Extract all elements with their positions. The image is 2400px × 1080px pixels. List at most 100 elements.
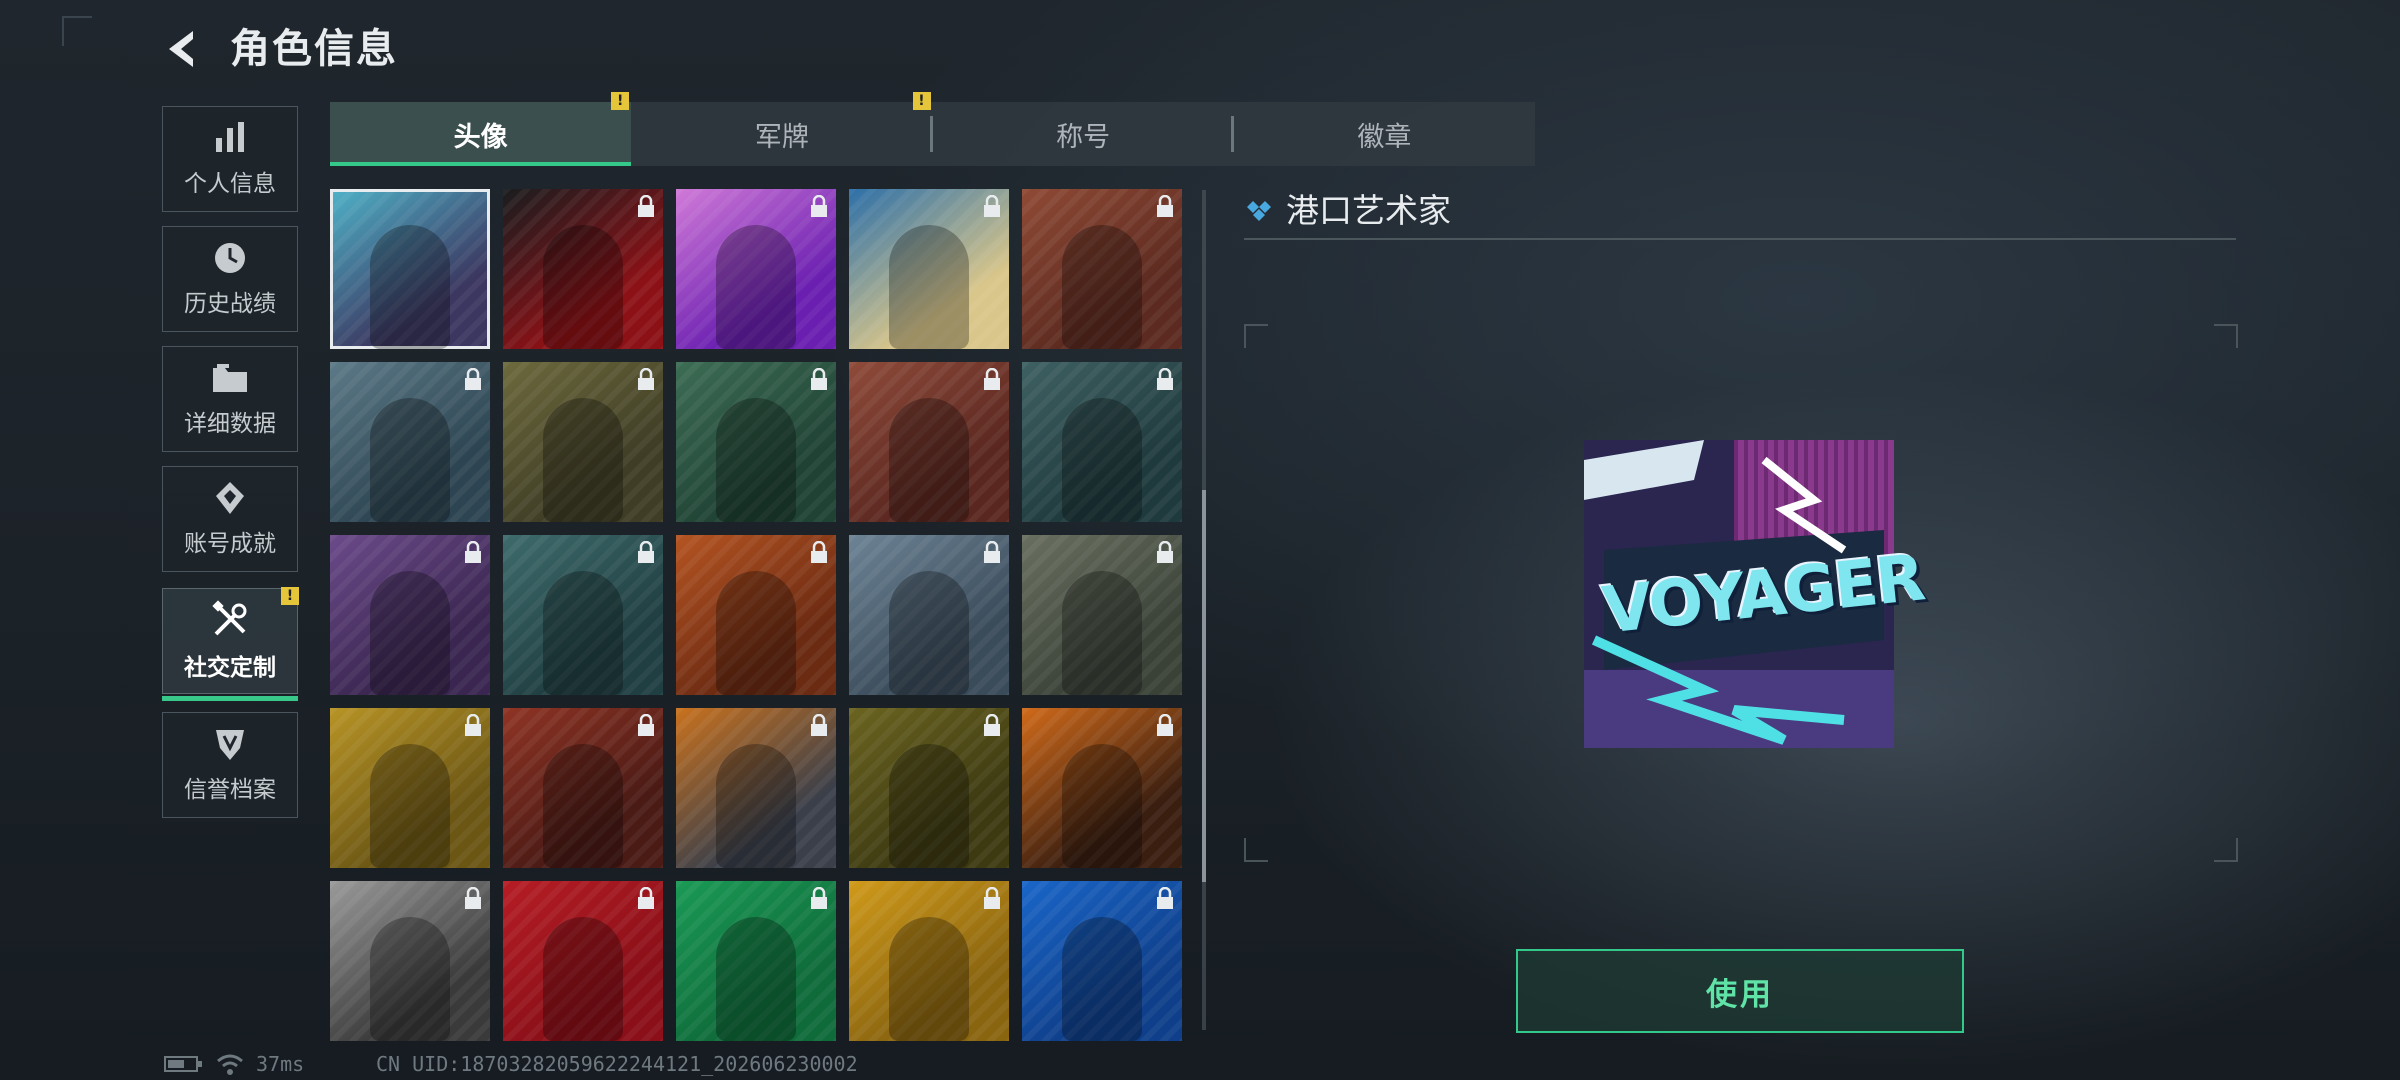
lock-icon: [462, 367, 484, 392]
avatar-figure: [543, 744, 623, 868]
avatar-man-glasses-olive[interactable]: [849, 708, 1009, 868]
lock-icon: [981, 713, 1003, 738]
back-arrow-icon: [169, 31, 193, 67]
avatar-red-shield-logo[interactable]: [503, 881, 663, 1041]
lock-icon: [1154, 194, 1176, 219]
avatar-figure: [1062, 571, 1142, 695]
sidebar-item-history[interactable]: 历史战绩: [162, 226, 298, 332]
use-button[interactable]: 使用: [1516, 949, 1964, 1033]
lock-icon: [635, 540, 657, 565]
avatar-figure: [889, 398, 969, 522]
folder-icon: [213, 364, 247, 392]
bar-chart-icon: [216, 122, 244, 152]
avatar-green-cross-logo[interactable]: [676, 881, 836, 1041]
lock-icon: [808, 886, 830, 911]
avatar-soldier-helmet-red[interactable]: [849, 362, 1009, 522]
frame-corner: [2214, 324, 2238, 348]
divider: [1244, 238, 2236, 240]
avatar-man-headset-green[interactable]: [676, 362, 836, 522]
tab-bar: 头像 ! 军牌 ! 称号 徽章: [330, 92, 1535, 166]
avatar-masked-soldier-teal[interactable]: [503, 535, 663, 695]
avatar-figure: [1062, 917, 1142, 1041]
detail-title: 港口艺术家: [1244, 188, 1451, 234]
lock-icon: [635, 194, 657, 219]
sidebar-item-social-customize[interactable]: 社交定制 !: [162, 587, 299, 701]
lock-icon: [981, 886, 1003, 911]
lock-icon: [808, 713, 830, 738]
sidebar-item-detailed-data[interactable]: 详细数据: [162, 346, 298, 452]
avatar-eri-globe-logo[interactable]: [676, 708, 836, 868]
avatar-bearded-man-cap[interactable]: [1022, 189, 1182, 349]
credit-badge-icon: [216, 730, 244, 760]
avatar-figure: [1062, 398, 1142, 522]
achievement-icon: [216, 482, 244, 514]
lock-icon: [1154, 886, 1176, 911]
avatar-grid: [330, 189, 1185, 1041]
avatar-voyager-graffiti[interactable]: [330, 189, 490, 349]
avatar-figure: [889, 571, 969, 695]
avatar-yellow-a-logo[interactable]: [849, 881, 1009, 1041]
frame-corner: [2214, 838, 2238, 862]
page-title: 角色信息: [230, 26, 398, 72]
avatar-helicopter-field[interactable]: [1022, 535, 1182, 695]
battery-icon: [164, 1056, 202, 1072]
sidebar-item-credit-record[interactable]: 信誉档案: [162, 712, 298, 818]
avatar-figure: [716, 225, 796, 349]
avatar-woman-goggles-purple[interactable]: [676, 189, 836, 349]
avatar-woman-headset-blue[interactable]: [330, 362, 490, 522]
avatar-man-suit-sunglasses[interactable]: [503, 189, 663, 349]
frame-corner: [1244, 838, 1268, 862]
lock-icon: [808, 194, 830, 219]
frame-corner: [1244, 324, 1268, 348]
avatar-red-hair-woman[interactable]: [503, 708, 663, 868]
clock-icon: [215, 243, 245, 273]
avatar-figure: [716, 744, 796, 868]
sidebar-item-achievements[interactable]: 账号成就: [162, 466, 298, 572]
avatar-blue-hexagon-logo[interactable]: [1022, 881, 1182, 1041]
wifi-icon: [217, 1054, 243, 1075]
sidebar-item-personal-info[interactable]: 个人信息: [162, 106, 298, 212]
user-uid: CN UID:18703282059622244121_20260623000­…: [376, 1052, 858, 1076]
lock-icon: [808, 540, 830, 565]
tab-label: 军牌: [754, 121, 809, 153]
tab-dog-tag[interactable]: 军牌 !: [631, 92, 933, 166]
lock-icon: [635, 886, 657, 911]
avatar-figure: [1062, 744, 1142, 868]
lock-icon: [981, 194, 1003, 219]
sidebar-item-label: 社交定制: [184, 655, 276, 681]
sidebar-item-label: 个人信息: [184, 171, 276, 197]
tab-label: 徽章: [1357, 121, 1412, 153]
avatar-woman-purple-hair[interactable]: [330, 535, 490, 695]
avatar-figure: [370, 917, 450, 1041]
lock-icon: [462, 713, 484, 738]
avatar-figure: [889, 225, 969, 349]
back-button[interactable]: [160, 24, 210, 74]
tools-icon: [212, 600, 247, 636]
lock-icon: [1154, 713, 1176, 738]
avatar-hooded-man-orange[interactable]: [676, 535, 836, 695]
avatar-explosion-fire[interactable]: [1022, 708, 1182, 868]
avatar-bald-bearded-man[interactable]: [503, 362, 663, 522]
avatar-preview: VOYAGER: [1584, 440, 1927, 748]
avatar-man-glasses-teal[interactable]: [1022, 362, 1182, 522]
sidebar-item-label: 信誉档案: [184, 777, 276, 803]
avatar-figure: [370, 225, 450, 349]
notice-badge: !: [611, 92, 630, 110]
avatar-figure: [370, 571, 450, 695]
sidebar-item-label: 详细数据: [184, 411, 276, 437]
tab-badge[interactable]: 徽章: [1234, 102, 1535, 166]
tab-avatar[interactable]: 头像 !: [330, 92, 632, 166]
avatar-red-octopus-waves[interactable]: [849, 189, 1009, 349]
sidebar-item-label: 历史战绩: [184, 291, 276, 317]
avatar-soldier-pistol-bw[interactable]: [330, 881, 490, 1041]
corner-mark: [62, 16, 92, 46]
avatar-figure: [543, 398, 623, 522]
grid-scroll-thumb[interactable]: [1202, 490, 1206, 882]
avatar-dumpling-bowl-gold[interactable]: [330, 708, 490, 868]
tab-title[interactable]: 称号: [933, 102, 1234, 166]
status-bar: 37ms: [164, 1052, 304, 1076]
tab-label: 头像: [453, 121, 508, 153]
avatar-figure: [370, 398, 450, 522]
avatar-star-emblem-blue[interactable]: [849, 535, 1009, 695]
avatar-figure: [889, 744, 969, 868]
